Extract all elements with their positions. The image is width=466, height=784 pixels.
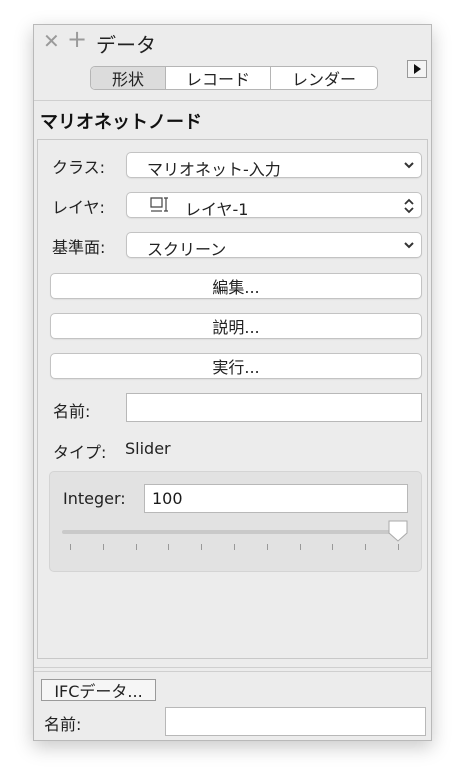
play-triangle-icon	[414, 64, 421, 74]
footer-name-field[interactable]	[165, 707, 426, 736]
slider-thumb[interactable]	[388, 520, 408, 542]
plane-value: スクリーン	[147, 240, 227, 259]
tab-shape[interactable]: 形状	[91, 67, 166, 89]
add-icon[interactable]: +	[67, 27, 87, 51]
slider-tick	[135, 544, 137, 550]
divider	[34, 667, 431, 668]
properties-panel: クラス: マリオネット-入力 レイヤ: レイヤ-1 基準面: スクリーン 編集.…	[37, 139, 428, 659]
slider-tick	[201, 544, 203, 550]
slider-tick	[102, 544, 104, 550]
footer-name-label: 名前:	[44, 715, 82, 734]
slider-tick	[365, 544, 367, 550]
ifc-data-button[interactable]: IFCデータ...	[41, 679, 156, 701]
plane-label: 基準面:	[52, 238, 106, 257]
palette-title: データ	[96, 33, 156, 57]
run-button[interactable]: 実行...	[50, 353, 422, 379]
layer-icon	[150, 197, 168, 212]
name-field[interactable]	[126, 393, 422, 422]
name-label: 名前:	[53, 402, 91, 421]
slider-tick	[398, 544, 399, 550]
slider-tick	[234, 544, 235, 550]
layer-label: レイヤ:	[52, 198, 105, 217]
type-value: Slider	[125, 439, 171, 458]
updown-chevron-icon	[404, 198, 414, 214]
divider	[34, 100, 431, 101]
plane-popup[interactable]: スクリーン	[126, 232, 422, 259]
slider-tick	[299, 544, 301, 550]
integer-field[interactable]: 100	[144, 484, 408, 513]
edit-button[interactable]: 編集...	[50, 273, 422, 299]
tab-render[interactable]: レンダー	[271, 67, 377, 89]
layer-value: レイヤ-1	[185, 200, 249, 219]
slider-tick	[332, 544, 334, 550]
section-title: マリオネットノード	[40, 112, 202, 133]
close-icon[interactable]: ✕	[43, 31, 60, 51]
chevron-down-icon	[404, 242, 414, 249]
integer-label: Integer:	[63, 489, 126, 508]
slider-tick	[70, 544, 71, 550]
slider-tick	[168, 544, 170, 550]
tab-bar: 形状 レコード レンダー	[90, 66, 378, 90]
class-label: クラス:	[52, 158, 106, 177]
class-popup[interactable]: マリオネット-入力	[126, 152, 422, 179]
divider	[34, 671, 431, 672]
data-palette: ✕ + データ 形状 レコード レンダー マリオネットノード クラス: マリオネ…	[33, 24, 432, 741]
tab-record[interactable]: レコード	[166, 67, 271, 89]
title-bar: ✕ + データ	[34, 25, 431, 59]
layer-popup[interactable]: レイヤ-1	[126, 192, 422, 219]
class-value: マリオネット-入力	[147, 160, 281, 179]
type-label: タイプ:	[53, 443, 107, 462]
slider-track[interactable]	[62, 530, 398, 534]
slider-group: Integer: 100	[49, 471, 422, 572]
chevron-down-icon	[404, 162, 414, 169]
describe-button[interactable]: 説明...	[50, 313, 422, 339]
expand-button[interactable]	[407, 60, 427, 78]
slider-tick	[266, 544, 268, 550]
